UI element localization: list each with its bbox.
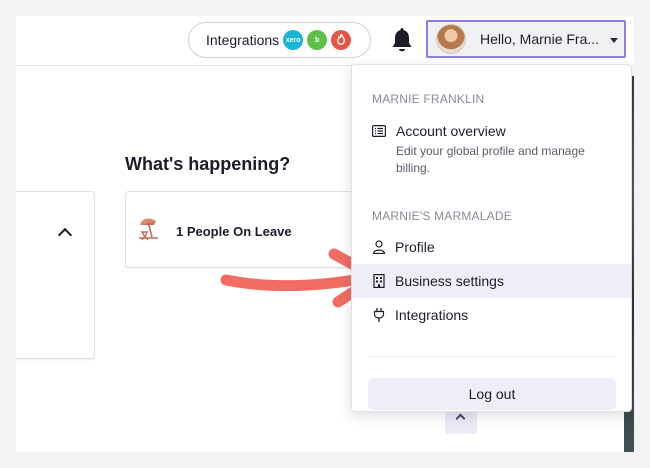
menu-item-profile[interactable]: Profile	[352, 230, 631, 264]
menu-item-business-settings[interactable]: Business settings	[352, 264, 631, 298]
b-app-icon: b	[307, 30, 328, 50]
menu-divider	[368, 356, 616, 357]
business-section-label: MARNIE'S MARMALADE	[372, 209, 512, 223]
integrations-button[interactable]: Integrations xero b	[188, 22, 371, 58]
integrations-label: Integrations	[206, 32, 280, 48]
chevron-up-icon[interactable]	[57, 227, 73, 243]
menu-item-label: Business settings	[395, 273, 504, 289]
menu-item-label: Profile	[395, 239, 435, 255]
notifications-bell-icon[interactable]	[391, 28, 413, 54]
collapsible-card[interactable]	[16, 191, 95, 359]
list-icon	[372, 125, 386, 137]
section-title: What's happening?	[125, 154, 291, 174]
user-section-label: MARNIE FRANKLIN	[372, 92, 485, 106]
chevron-down-icon	[610, 38, 618, 43]
avatar	[436, 24, 466, 54]
building-icon	[372, 274, 386, 288]
flame-app-icon	[331, 30, 352, 50]
account-overview-description: Edit your global profile and manage bill…	[396, 144, 585, 175]
beach-umbrella-icon	[139, 218, 158, 241]
top-bar: Integrations xero b Hello, Marnie Fra...	[16, 16, 634, 66]
menu-item-integrations[interactable]: Integrations	[352, 298, 631, 332]
user-menu-button[interactable]: Hello, Marnie Fra...	[426, 20, 626, 58]
plug-icon	[372, 308, 386, 322]
chevron-up-icon	[455, 413, 466, 424]
account-overview-link[interactable]: Account overview	[396, 123, 506, 139]
user-greeting: Hello, Marnie Fra...	[480, 31, 600, 47]
app-frame: Integrations xero b Hello, Marnie Fra...…	[16, 16, 634, 452]
people-on-leave-text: 1 People On Leave	[176, 224, 292, 239]
logout-button[interactable]: Log out	[368, 378, 616, 410]
user-dropdown-menu: MARNIE FRANKLIN Account overview Edit yo…	[351, 64, 632, 412]
xero-icon: xero	[283, 30, 304, 50]
person-icon	[372, 240, 386, 254]
menu-item-label: Integrations	[395, 307, 469, 323]
